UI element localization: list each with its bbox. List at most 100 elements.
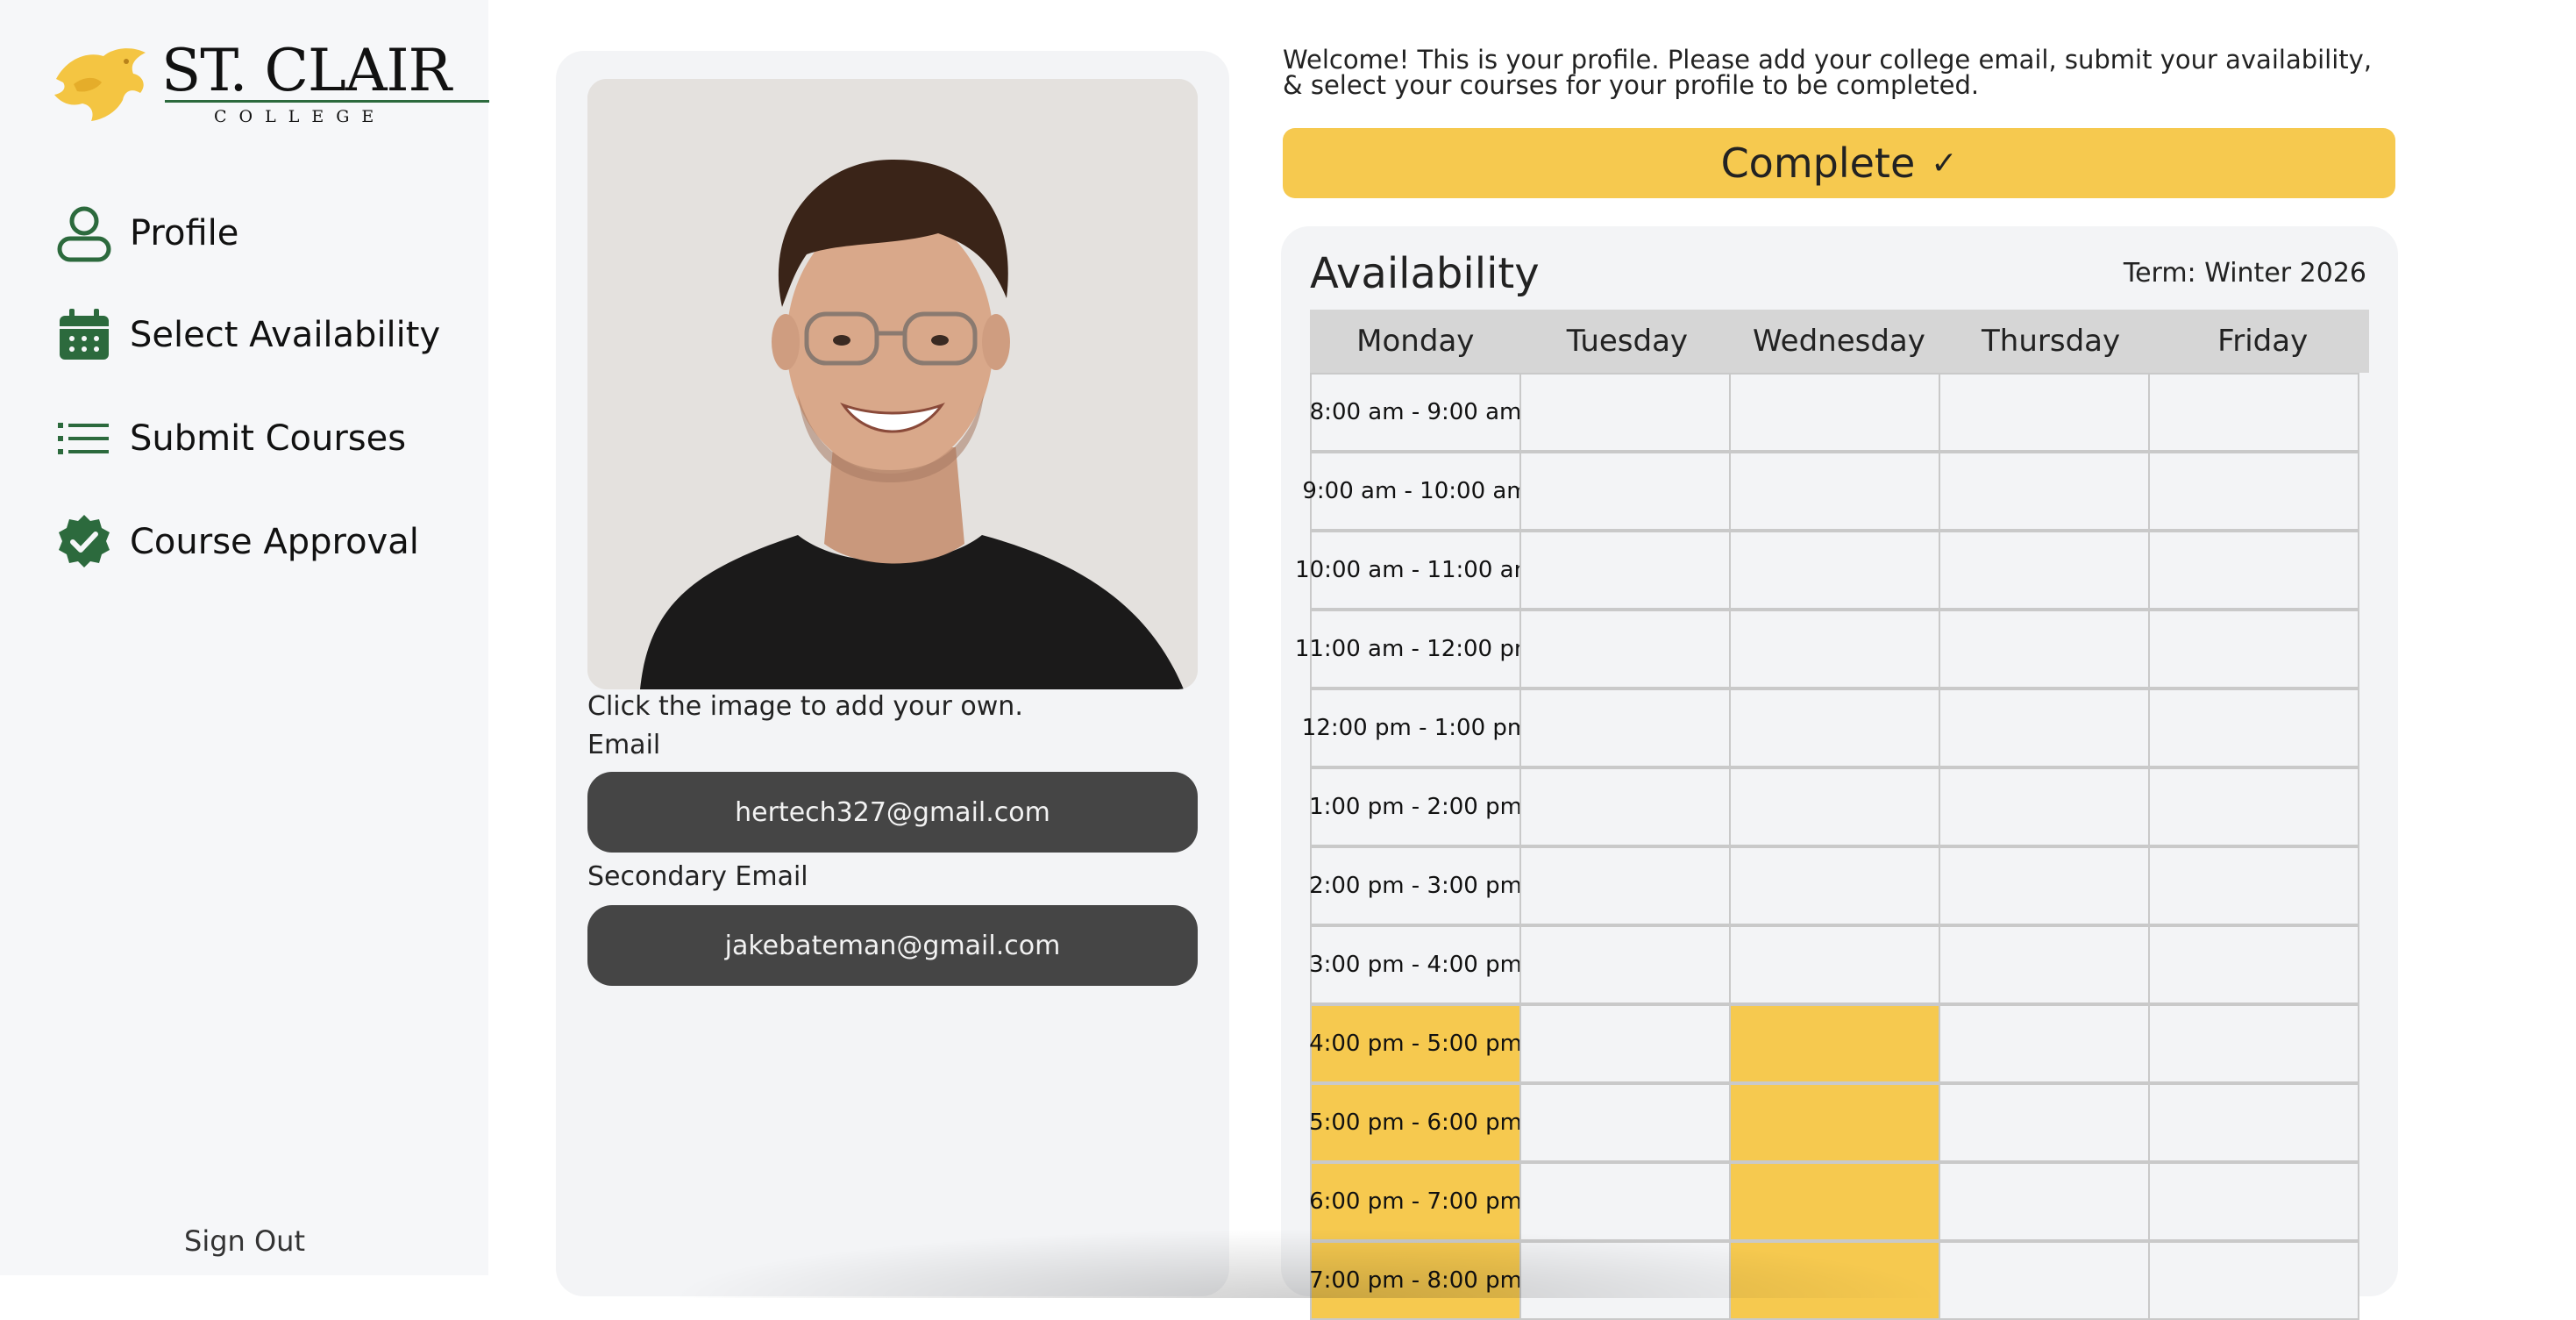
availability-cell[interactable]: 5:00 pm - 6:00 pm: [1309, 1083, 1522, 1162]
availability-cell[interactable]: [1939, 452, 2150, 531]
grid-header: Monday Tuesday Wednesday Thursday Friday: [1310, 310, 2369, 373]
secondary-email-label: Secondary Email: [587, 861, 808, 892]
availability-cell[interactable]: [1519, 1083, 1731, 1162]
availability-cell[interactable]: [1519, 1162, 1731, 1241]
availability-cell[interactable]: [1939, 1083, 2150, 1162]
availability-cell[interactable]: [1939, 1162, 2150, 1241]
griffin-crest-icon: [54, 48, 146, 121]
availability-cell[interactable]: [2148, 846, 2359, 925]
logo-subtitle: COLLEGE: [214, 107, 387, 126]
sidebar-item-select-availability[interactable]: Select Availability: [53, 300, 440, 370]
time-slot-row: 2:00 pm - 3:00 pm: [1309, 846, 2369, 925]
sidebar-item-profile[interactable]: Profile: [53, 198, 238, 268]
availability-cell[interactable]: 11:00 am - 12:00 pm: [1295, 610, 1536, 689]
availability-cell[interactable]: [1729, 1162, 1940, 1241]
availability-cell[interactable]: [1729, 925, 1940, 1004]
availability-cell[interactable]: 12:00 pm - 1:00 pm: [1302, 689, 1529, 767]
availability-cell[interactable]: [2148, 1083, 2359, 1162]
availability-cell[interactable]: 8:00 am - 9:00 am: [1310, 373, 1521, 452]
availability-cell[interactable]: [1939, 531, 2150, 610]
secondary-email-field[interactable]: jakebateman@gmail.com: [587, 905, 1198, 986]
availability-cell[interactable]: [2148, 1162, 2359, 1241]
availability-cell[interactable]: [2148, 925, 2359, 1004]
availability-cell[interactable]: [1729, 452, 1940, 531]
sidebar-item-label: Select Availability: [130, 315, 441, 355]
availability-cell[interactable]: [1939, 373, 2150, 452]
sidebar-item-submit-courses[interactable]: Submit Courses: [53, 403, 406, 474]
availability-cell[interactable]: [1519, 689, 1731, 767]
day-header: Friday: [2157, 310, 2369, 373]
grid-body: 8:00 am - 9:00 am 9:00 am - 10:00 am 10:00…: [1295, 373, 2369, 1320]
availability-cell[interactable]: [2148, 452, 2359, 531]
availability-cell[interactable]: [1729, 1241, 1940, 1320]
availability-cell[interactable]: [1729, 689, 1940, 767]
college-logo[interactable]: ST. CLAIR COLLEGE: [47, 37, 489, 126]
availability-cell[interactable]: 2:00 pm - 3:00 pm: [1309, 846, 1522, 925]
day-header: Tuesday: [1522, 310, 1734, 373]
availability-cell[interactable]: [1729, 1004, 1940, 1083]
availability-grid: Monday Tuesday Wednesday Thursday Friday 8:0…: [1295, 310, 2369, 1320]
availability-cell[interactable]: [1939, 610, 2150, 689]
availability-cell[interactable]: [1519, 373, 1731, 452]
profile-complete-status[interactable]: Complete ✓: [1283, 128, 2395, 198]
availability-cell[interactable]: [1729, 767, 1940, 846]
profile-portrait-image: [587, 79, 1198, 689]
time-slot-row: 5:00 pm - 6:00 pm: [1309, 1083, 2369, 1162]
availability-cell[interactable]: [1729, 846, 1940, 925]
availability-cell[interactable]: [1939, 1004, 2150, 1083]
availability-cell[interactable]: [1519, 452, 1731, 531]
availability-cell[interactable]: [1939, 1241, 2150, 1320]
availability-cell[interactable]: 10:00 am - 11:00 am: [1295, 531, 1536, 610]
availability-cell[interactable]: [1519, 610, 1731, 689]
availability-cell[interactable]: [2148, 531, 2359, 610]
availability-cell[interactable]: 4:00 pm - 5:00 pm: [1309, 1004, 1522, 1083]
availability-cell[interactable]: 7:00 pm - 8:00 pm: [1309, 1241, 1522, 1320]
availability-cell[interactable]: [1519, 846, 1731, 925]
availability-cell[interactable]: [1729, 373, 1940, 452]
availability-cell[interactable]: 3:00 pm - 4:00 pm: [1309, 925, 1522, 1004]
logo-wordmark: ST. CLAIR: [161, 37, 452, 104]
photo-hint: Click the image to add your own.: [587, 691, 1023, 722]
availability-cell[interactable]: 9:00 am - 10:00 am: [1302, 452, 1529, 531]
sidebar: ST. CLAIR COLLEGE Profile Select Availab…: [0, 0, 489, 1275]
availability-cell[interactable]: [1729, 610, 1940, 689]
availability-cell[interactable]: [1519, 925, 1731, 1004]
sign-out-link[interactable]: Sign Out: [184, 1224, 305, 1258]
term-label: Term: Winter 2026: [2123, 258, 2366, 289]
complete-label: Complete: [1720, 139, 1916, 187]
time-slot-row: 1:00 pm - 2:00 pm: [1309, 767, 2369, 846]
availability-cell[interactable]: [2148, 610, 2359, 689]
availability-cell[interactable]: [1939, 846, 2150, 925]
availability-cell[interactable]: [2148, 373, 2359, 452]
availability-cell[interactable]: [2148, 1004, 2359, 1083]
availability-cell[interactable]: 6:00 pm - 7:00 pm: [1309, 1162, 1522, 1241]
profile-photo[interactable]: [587, 79, 1198, 689]
availability-cell[interactable]: [2148, 689, 2359, 767]
time-slot-row: 10:00 am - 11:00 am: [1295, 531, 2369, 610]
availability-cell[interactable]: [1939, 767, 2150, 846]
time-slot-row: 8:00 am - 9:00 am: [1310, 373, 2369, 452]
availability-cell[interactable]: [2148, 767, 2359, 846]
availability-cell[interactable]: [1729, 1083, 1940, 1162]
welcome-message: Welcome! This is your profile. Please ad…: [1283, 45, 2373, 100]
profile-card: Click the image to add your own. Email h…: [556, 51, 1229, 1296]
availability-cell[interactable]: [1519, 1241, 1731, 1320]
availability-cell[interactable]: [1519, 1004, 1731, 1083]
availability-cell[interactable]: [1729, 531, 1940, 610]
availability-cell[interactable]: [2148, 1241, 2359, 1320]
time-slot-row: 3:00 pm - 4:00 pm: [1309, 925, 2369, 1004]
day-header: Monday: [1310, 310, 1522, 373]
availability-cell[interactable]: [1939, 925, 2150, 1004]
availability-cell[interactable]: 1:00 pm - 2:00 pm: [1309, 767, 1522, 846]
email-field[interactable]: hertech327@gmail.com: [587, 772, 1198, 853]
time-slot-row: 11:00 am - 12:00 pm: [1295, 610, 2369, 689]
day-header: Thursday: [1946, 310, 2158, 373]
calendar-icon: [53, 303, 116, 367]
sidebar-item-label: Profile: [130, 213, 239, 253]
availability-cell[interactable]: [1519, 531, 1731, 610]
list-icon: [53, 407, 116, 470]
availability-cell[interactable]: [1519, 767, 1731, 846]
sidebar-item-course-approval[interactable]: Course Approval: [53, 507, 419, 577]
availability-cell[interactable]: [1939, 689, 2150, 767]
checkmark-icon: ✓: [1931, 145, 1958, 182]
